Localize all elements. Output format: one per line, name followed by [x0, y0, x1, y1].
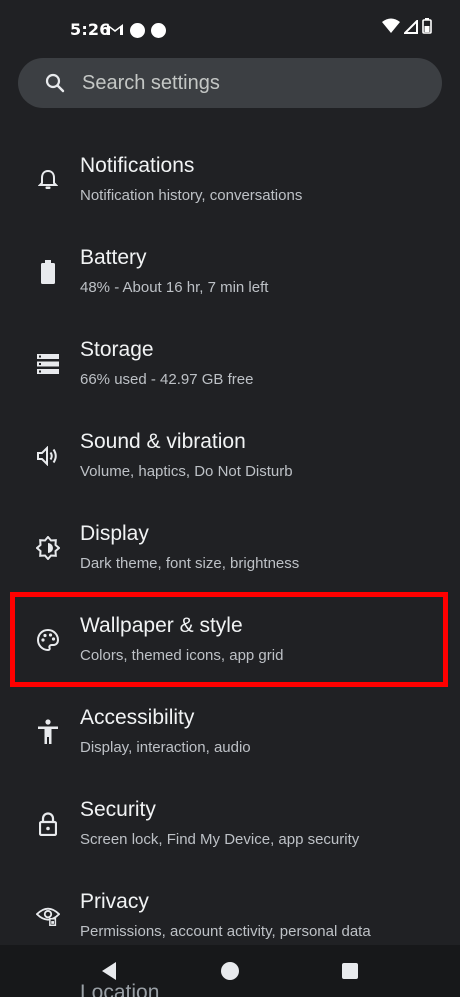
- settings-item-title: Display: [80, 522, 149, 545]
- recents-icon[interactable]: [338, 959, 362, 983]
- search-input[interactable]: Search settings: [82, 72, 220, 95]
- settings-item-location-peek[interactable]: Location: [80, 981, 159, 997]
- status-left-icons: [106, 20, 166, 40]
- battery-icon: [36, 260, 60, 284]
- settings-item-subtitle: 66% used - 42.97 GB free: [80, 371, 254, 388]
- settings-item-title: Battery: [80, 246, 147, 269]
- settings-item-title: Sound & vibration: [80, 430, 246, 453]
- speaker-icon: [36, 444, 60, 468]
- notification-dot-icon: [130, 22, 145, 38]
- palette-icon: [36, 628, 60, 652]
- status-right-icons: [382, 18, 432, 38]
- gmail-icon: [106, 21, 124, 40]
- storage-icon: [36, 352, 60, 376]
- settings-item-title: Wallpaper & style: [80, 614, 243, 637]
- eye-icon: [36, 904, 60, 928]
- settings-item-subtitle: Colors, themed icons, app grid: [80, 647, 284, 664]
- settings-item-title: Storage: [80, 338, 154, 361]
- accessibility-icon: [36, 719, 60, 744]
- home-icon[interactable]: [218, 959, 242, 983]
- settings-item-display[interactable]: Display Dark theme, font size, brightnes…: [0, 516, 460, 608]
- settings-item-sound[interactable]: Sound & vibration Volume, haptics, Do No…: [0, 424, 460, 516]
- nav-bar: Location: [0, 945, 460, 997]
- brightness-icon: [36, 536, 60, 560]
- settings-item-subtitle: Permissions, account activity, personal …: [80, 923, 371, 940]
- wifi-icon: [382, 18, 400, 38]
- settings-screen: 5:26 Search settings Notifications Notif…: [0, 0, 460, 997]
- settings-item-subtitle: 48% - About 16 hr, 7 min left: [80, 279, 269, 296]
- settings-item-subtitle: Volume, haptics, Do Not Disturb: [80, 463, 293, 480]
- status-bar: 5:26: [0, 0, 460, 56]
- settings-item-notifications[interactable]: Notifications Notification history, conv…: [0, 148, 460, 240]
- search-icon: [44, 72, 66, 94]
- back-icon[interactable]: [97, 959, 121, 983]
- bell-icon: [36, 168, 60, 192]
- settings-item-title: Accessibility: [80, 706, 195, 729]
- settings-item-storage[interactable]: Storage 66% used - 42.97 GB free: [0, 332, 460, 424]
- settings-item-subtitle: Dark theme, font size, brightness: [80, 555, 300, 572]
- settings-item-accessibility[interactable]: Accessibility Display, interaction, audi…: [0, 700, 460, 792]
- signal-icon: [402, 18, 418, 38]
- search-bar[interactable]: Search settings: [18, 58, 442, 108]
- settings-item-subtitle: Display, interaction, audio: [80, 739, 251, 756]
- settings-item-wallpaper-style[interactable]: Wallpaper & style Colors, themed icons, …: [0, 608, 460, 700]
- settings-item-battery[interactable]: Battery 48% - About 16 hr, 7 min left: [0, 240, 460, 332]
- status-time: 5:26: [70, 20, 111, 39]
- settings-item-security[interactable]: Security Screen lock, Find My Device, ap…: [0, 792, 460, 884]
- notification-dot-icon: [151, 22, 166, 38]
- settings-item-subtitle: Screen lock, Find My Device, app securit…: [80, 831, 360, 848]
- settings-item-subtitle: Notification history, conversations: [80, 187, 303, 204]
- settings-item-title: Privacy: [80, 890, 149, 913]
- battery-icon: [422, 18, 432, 38]
- settings-item-title: Security: [80, 798, 156, 821]
- settings-item-title: Notifications: [80, 154, 195, 177]
- settings-list: Notifications Notification history, conv…: [0, 148, 460, 976]
- lock-icon: [36, 812, 60, 836]
